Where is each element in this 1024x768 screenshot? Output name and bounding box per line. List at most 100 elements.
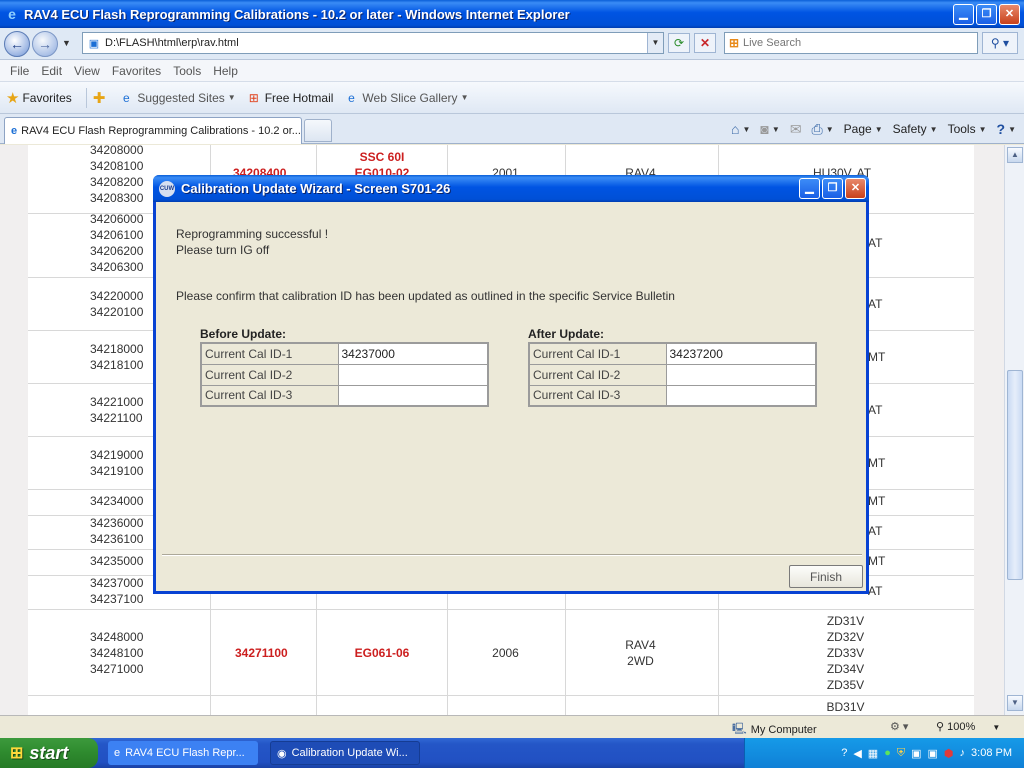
add-favorite-button[interactable]: ✚	[93, 89, 109, 107]
clock[interactable]: 3:08 PM	[971, 747, 1012, 759]
menu-tools[interactable]: Tools	[173, 64, 201, 78]
ie-logo-icon: e	[114, 747, 121, 759]
menu-view[interactable]: View	[74, 64, 100, 78]
start-button[interactable]: ⊞ start	[0, 738, 98, 768]
finish-button[interactable]: Finish	[789, 565, 863, 588]
search-input[interactable]	[743, 37, 963, 49]
engine-cell: AT	[868, 524, 883, 538]
status-dot-icon[interactable]: ●	[884, 747, 891, 759]
suggested-sites-link[interactable]: e Suggested Sites ▼	[118, 90, 236, 105]
taskbar-item-ie[interactable]: e RAV4 ECU Flash Repr...	[108, 741, 258, 765]
address-dropdown[interactable]: ▼	[647, 33, 663, 53]
help-icon[interactable]: ?	[841, 747, 847, 759]
cal-id-value: 34237200	[665, 342, 817, 365]
separator	[85, 87, 87, 108]
after-update-heading: After Update:	[528, 327, 605, 341]
chevron-down-icon: ▼	[992, 723, 1001, 732]
protected-mode-icon[interactable]: ⚙ ▾	[890, 720, 908, 733]
free-hotmail-link[interactable]: ⊞ Free Hotmail	[246, 91, 334, 105]
taskbar-item-wizard[interactable]: ◉ Calibration Update Wi...	[270, 741, 420, 765]
suggested-sites-label: Suggested Sites	[137, 90, 225, 105]
mail-button[interactable]: ✉	[790, 121, 802, 138]
engine-cell: AT	[868, 236, 883, 250]
forward-button[interactable]: →	[32, 31, 58, 57]
zone-label: My Computer	[750, 723, 817, 736]
cal-list: 34237000 34237100	[90, 576, 144, 606]
tray-app-icon[interactable]: ▣	[911, 747, 921, 760]
menu-favorites[interactable]: Favorites	[112, 64, 161, 78]
home-icon: ⌂	[731, 121, 740, 137]
cal-list: 34235000	[90, 554, 144, 568]
vertical-scrollbar[interactable]: ▲ ▼	[1004, 145, 1024, 715]
chevron-down-icon: ▼	[227, 93, 236, 102]
print-button[interactable]: ⎙ ▼	[812, 121, 834, 138]
speaker-icon[interactable]: ♪	[960, 747, 966, 759]
ie-page-icon: e	[11, 125, 18, 137]
engine-cell: MT	[868, 494, 886, 508]
engine-cell: MT	[868, 554, 886, 568]
table-row: Current Cal ID-1 34237000	[200, 342, 489, 365]
address-url[interactable]: D:\FLASH\html\erp\rav.html	[105, 37, 647, 49]
dialog-minimize-button[interactable]: ▁	[799, 178, 820, 199]
cal-id-value: 34237000	[337, 342, 489, 365]
ie-page-icon: e	[123, 90, 130, 105]
zoom-control[interactable]: ⚲ 100% ▼	[936, 720, 1000, 733]
web-slice-gallery-link[interactable]: e Web Slice Gallery ▼	[343, 91, 468, 105]
table-row: Current Cal ID-3	[200, 384, 489, 407]
scroll-down-button[interactable]: ▼	[1007, 695, 1023, 711]
cal-list: 34248000 34248100 34271000	[90, 630, 144, 676]
favorites-button[interactable]: ★ Favorites	[6, 89, 72, 107]
refresh-button[interactable]: ⟳	[668, 33, 690, 53]
model-cell: RAV4 2WD	[625, 638, 656, 668]
history-dropdown[interactable]: ▼	[62, 38, 71, 48]
help-menu[interactable]: ? ▼	[997, 121, 1016, 137]
close-button[interactable]: ✕	[999, 3, 1020, 25]
tools-menu-label: Tools	[947, 122, 976, 136]
shield-icon[interactable]: ⛨	[897, 747, 905, 760]
menu-file[interactable]: File	[10, 64, 29, 78]
page-menu[interactable]: Page ▼	[844, 122, 883, 136]
cal-list: 34206000 34206100 34206200 34206300	[90, 212, 144, 274]
new-tab-button[interactable]	[304, 119, 332, 142]
printer-icon: ⎙	[811, 120, 823, 137]
home-button[interactable]: ⌂ ▼	[731, 121, 750, 137]
dialog-close-button[interactable]: ✕	[845, 178, 866, 199]
antivirus-icon[interactable]: ⬢	[944, 747, 954, 760]
back-button[interactable]: ←	[4, 31, 30, 57]
tray-app-icon[interactable]: ▣	[928, 747, 938, 760]
tab-label: RAV4 ECU Flash Reprogramming Calibration…	[21, 125, 301, 137]
new-cal-link[interactable]: 34271100	[235, 645, 288, 661]
engine-cell: AT	[868, 403, 883, 417]
tools-menu[interactable]: Tools ▼	[948, 122, 987, 136]
zoom-level: 100%	[947, 721, 976, 733]
wizard-icon: ◉	[277, 747, 287, 760]
security-zone[interactable]: 🖳 My Computer	[732, 720, 817, 739]
menu-help[interactable]: Help	[213, 64, 238, 78]
stop-button[interactable]: ✕	[694, 33, 716, 53]
back-arrow-icon[interactable]: ◀	[853, 747, 861, 760]
success-message: Reprogramming successful !	[176, 227, 329, 241]
magnifier-icon: ⚲	[936, 721, 945, 733]
tab-rav4[interactable]: e RAV4 ECU Flash Reprogramming Calibrati…	[4, 117, 302, 144]
dialog-maximize-button[interactable]: ❐	[822, 178, 843, 199]
cal-list: 34221000 34221100	[90, 395, 144, 425]
scroll-thumb[interactable]	[1007, 370, 1023, 580]
scroll-up-button[interactable]: ▲	[1007, 147, 1023, 163]
minimize-button[interactable]: ▁	[953, 3, 974, 25]
menu-edit[interactable]: Edit	[41, 64, 62, 78]
row-divider	[28, 695, 974, 696]
address-field[interactable]: ▣ D:\FLASH\html\erp\rav.html ▼	[82, 32, 664, 54]
windows-flag-icon: ⊞	[10, 745, 24, 762]
maximize-button[interactable]: ❐	[976, 3, 997, 25]
network-icon[interactable]: ▦	[868, 747, 878, 760]
cal-list: 34220000 34220100	[90, 289, 144, 319]
search-button[interactable]: ⚲ ▾	[982, 32, 1018, 54]
command-bar: ⌂ ▼ ◙ ▼ ✉ ⎙ ▼ Page ▼ Safety ▼ Tools ▼ ? ▼	[721, 118, 1016, 140]
search-field[interactable]: ⊞	[724, 32, 978, 54]
bulletin-link[interactable]: EG061-06	[328, 645, 436, 661]
mail-icon: ✉	[789, 120, 802, 137]
page-menu-label: Page	[843, 122, 872, 136]
dialog-separator	[162, 554, 862, 556]
feeds-button[interactable]: ◙ ▼	[760, 121, 779, 137]
safety-menu[interactable]: Safety ▼	[893, 122, 938, 136]
